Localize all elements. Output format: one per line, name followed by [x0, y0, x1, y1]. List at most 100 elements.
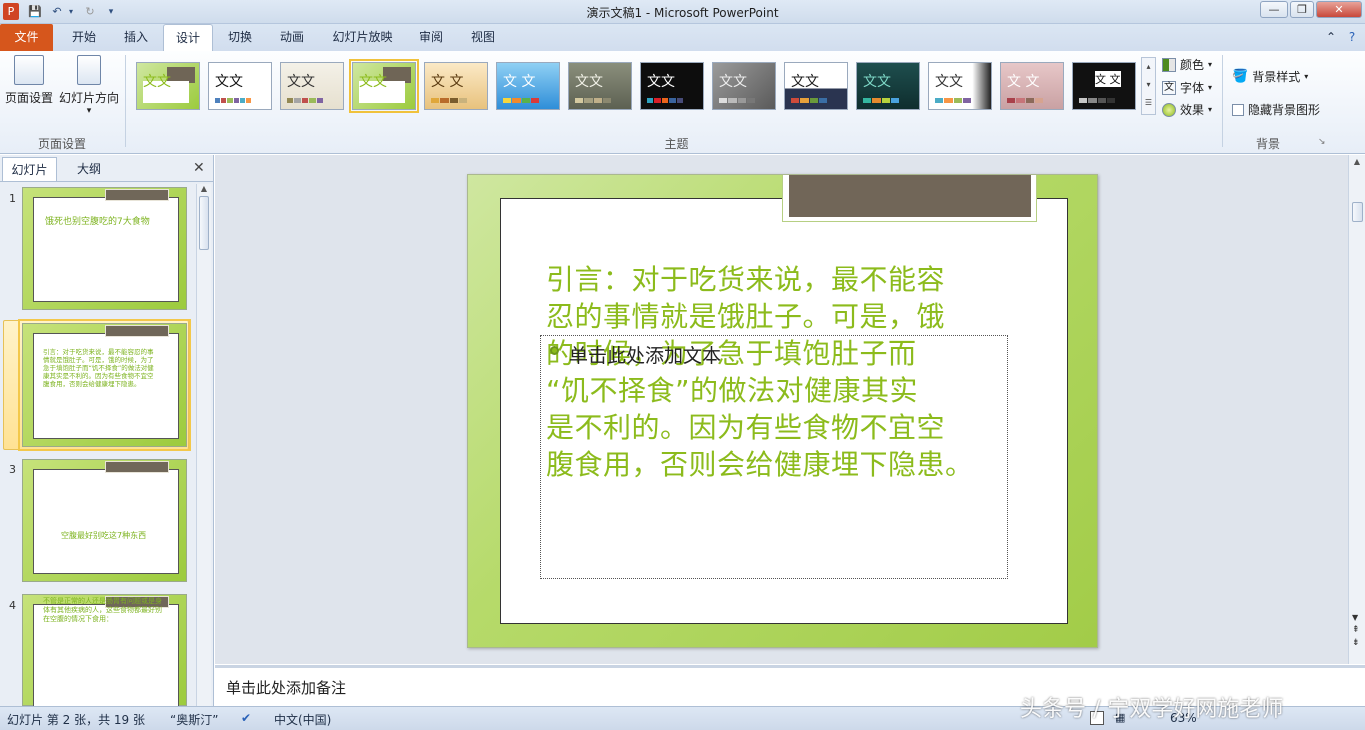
page-setup-button[interactable]: 页面设置: [4, 55, 54, 106]
slide-thumb-tag: [105, 189, 169, 201]
slide-thumbnail-4[interactable]: 不管是正常的人还是肠胃有问题或是身体有其他疾病的人，这些食物都最好别在空腹的情况…: [22, 594, 187, 715]
tab-design[interactable]: 设计: [163, 24, 213, 52]
theme-thumb-8[interactable]: 文文: [640, 62, 704, 110]
theme-color-swatches: [503, 98, 539, 103]
tab-slideshow[interactable]: 幻灯片放映: [325, 24, 400, 51]
tab-home[interactable]: 开始: [60, 24, 108, 51]
editor-scrollbar[interactable]: ▲ ▼ ⇞ ⇟: [1348, 155, 1365, 664]
divider: [0, 181, 213, 182]
slide-thumbnail-3[interactable]: 空腹最好别吃这7种东西: [22, 459, 187, 582]
group-label-background: 背景: [1255, 137, 1280, 151]
slide-count-status: 幻灯片 第 2 张，共 19 张: [7, 713, 145, 727]
scroll-up-icon[interactable]: ▲: [1349, 157, 1365, 166]
slide-thumbnail-2[interactable]: 引言：对于吃货来说，最不能容忍的事情就是饿肚子。可是，饿的时候，为了急于填饱肚子…: [18, 319, 191, 451]
next-slide-icon[interactable]: ⇟: [1352, 639, 1360, 648]
scroll-thumb[interactable]: [1352, 202, 1363, 222]
scroll-up-icon[interactable]: ▲: [197, 184, 211, 193]
scroll-down-icon[interactable]: ▼: [1352, 613, 1358, 622]
slide-orientation-icon: [77, 55, 101, 85]
theme-sample-text: 文文: [647, 74, 675, 90]
window-title: 演示文稿1 - Microsoft PowerPoint: [586, 6, 779, 20]
theme-thumb-12[interactable]: 文文: [928, 62, 992, 110]
title-bar: P 💾 ↶ ▾ ↻ ▾ 演示文稿1 - Microsoft PowerPoint…: [0, 0, 1365, 24]
slides-pane: 幻灯片 大纲 ✕ 1 饿死也别空腹吃的7大食物 2 引言：对于吃货来说，最不能容…: [0, 155, 214, 715]
help-icon[interactable]: ?: [1342, 24, 1362, 51]
group-label-page-setup: 页面设置: [37, 137, 86, 151]
tab-outline[interactable]: 大纲: [60, 157, 118, 181]
background-styles-label: 背景样式: [1252, 70, 1301, 84]
minimize-icon[interactable]: —: [1260, 1, 1288, 18]
theme-sample-text: 文文: [935, 74, 963, 90]
dialog-launcher-icon[interactable]: ↘: [1318, 137, 1326, 147]
theme-fonts-label: 字体: [1180, 81, 1205, 95]
theme-thumb-14[interactable]: 文 文: [1072, 62, 1136, 110]
theme-sample-text: 文文: [575, 74, 603, 90]
hide-background-graphics-checkbox[interactable]: 隐藏背景图形: [1232, 101, 1320, 118]
theme-sample-text: 文 文: [503, 74, 536, 90]
language-status[interactable]: 中文(中国): [274, 711, 331, 728]
theme-color-swatches: [791, 98, 827, 103]
theme-thumb-13[interactable]: 文 文: [1000, 62, 1064, 110]
current-slide[interactable]: 引言：对于吃货来说，最不能容 忍的事情就是饿肚子。可是，饿 的时候，为了急于填饱…: [467, 174, 1098, 648]
tab-transitions[interactable]: 切换: [216, 24, 264, 51]
theme-color-swatches: [935, 98, 971, 103]
theme-sample-text: 文 文: [1095, 71, 1121, 87]
tab-review[interactable]: 审阅: [408, 24, 454, 51]
theme-effects-label: 效果: [1180, 103, 1205, 117]
theme-effects-button[interactable]: 效果 ▾: [1162, 101, 1212, 118]
slide-text-line: 引言：对于吃货来说，最不能容: [546, 263, 946, 296]
fonts-icon: 文: [1162, 80, 1176, 95]
scroll-thumb[interactable]: [199, 196, 209, 250]
theme-thumb-5[interactable]: 文 文: [424, 62, 488, 110]
help-toggle-icon[interactable]: ⌃: [1322, 24, 1340, 51]
theme-thumb-1[interactable]: 文文: [136, 62, 200, 110]
slide-orientation-label: 幻灯片方向: [58, 91, 119, 105]
theme-color-swatches: [719, 98, 755, 103]
group-label-themes: 主题: [664, 137, 689, 151]
theme-thumb-11[interactable]: 文文: [856, 62, 920, 110]
theme-color-swatches: [647, 98, 684, 103]
background-styles-button[interactable]: 🪣 背景样式 ▾: [1232, 68, 1308, 85]
tab-slides[interactable]: 幻灯片: [2, 157, 57, 181]
theme-thumb-9[interactable]: 文文: [712, 62, 776, 110]
checkbox-icon: [1232, 103, 1244, 116]
theme-thumb-office[interactable]: 文文: [208, 62, 272, 110]
maximize-icon[interactable]: ❐: [1290, 1, 1314, 18]
slide-thumb-paper: [33, 197, 179, 302]
slide-thumbnail-1[interactable]: 饿死也别空腹吃的7大食物: [22, 187, 187, 310]
theme-thumb-austin-selected[interactable]: 文文: [349, 59, 419, 113]
page-setup-icon: [14, 55, 44, 85]
tab-view[interactable]: 视图: [460, 24, 506, 51]
slides-scrollbar[interactable]: ▲: [196, 184, 211, 706]
theme-color-swatches: [1007, 98, 1043, 103]
theme-gallery-scroll[interactable]: ▴ ▾ ☰: [1141, 57, 1156, 115]
slide-thumb-text: 不管是正常的人还是肠胃有问题或是身体有其他疾病的人，这些食物都最好别在空腹的情况…: [43, 597, 162, 623]
page-setup-label: 页面设置: [4, 91, 53, 105]
theme-sample-text: 文文: [791, 74, 819, 90]
theme-thumb-6[interactable]: 文 文: [496, 62, 560, 110]
close-pane-icon[interactable]: ✕: [193, 160, 205, 176]
theme-colors-label: 颜色: [1180, 58, 1205, 72]
spellcheck-icon[interactable]: ✔: [241, 711, 251, 725]
theme-thumb-7[interactable]: 文文: [568, 62, 632, 110]
tab-animations[interactable]: 动画: [267, 24, 317, 51]
theme-name-status: “奥斯汀”: [170, 713, 219, 727]
previous-slide-icon[interactable]: ⇞: [1352, 626, 1360, 635]
close-icon[interactable]: ✕: [1316, 1, 1362, 18]
chevron-down-icon: ▾: [1208, 60, 1213, 69]
tab-file[interactable]: 文件: [0, 24, 53, 51]
divider: [125, 55, 126, 147]
slide-title-box[interactable]: [789, 175, 1031, 217]
theme-color-swatches: [287, 98, 324, 103]
theme-color-swatches: [431, 98, 467, 103]
slide-orientation-button[interactable]: 幻灯片方向 ▾: [58, 55, 120, 116]
hide-background-graphics-label: 隐藏背景图形: [1248, 103, 1321, 117]
theme-sample-text: 文文: [143, 74, 171, 90]
theme-colors-button[interactable]: 颜色 ▾: [1162, 56, 1212, 73]
theme-fonts-button[interactable]: 文字体 ▾: [1162, 79, 1212, 96]
theme-thumb-3[interactable]: 文文: [280, 62, 344, 110]
theme-thumb-10[interactable]: 文文: [784, 62, 848, 110]
theme-color-swatches: [1079, 98, 1115, 103]
content-placeholder[interactable]: [540, 335, 1008, 579]
tab-insert[interactable]: 插入: [112, 24, 160, 51]
